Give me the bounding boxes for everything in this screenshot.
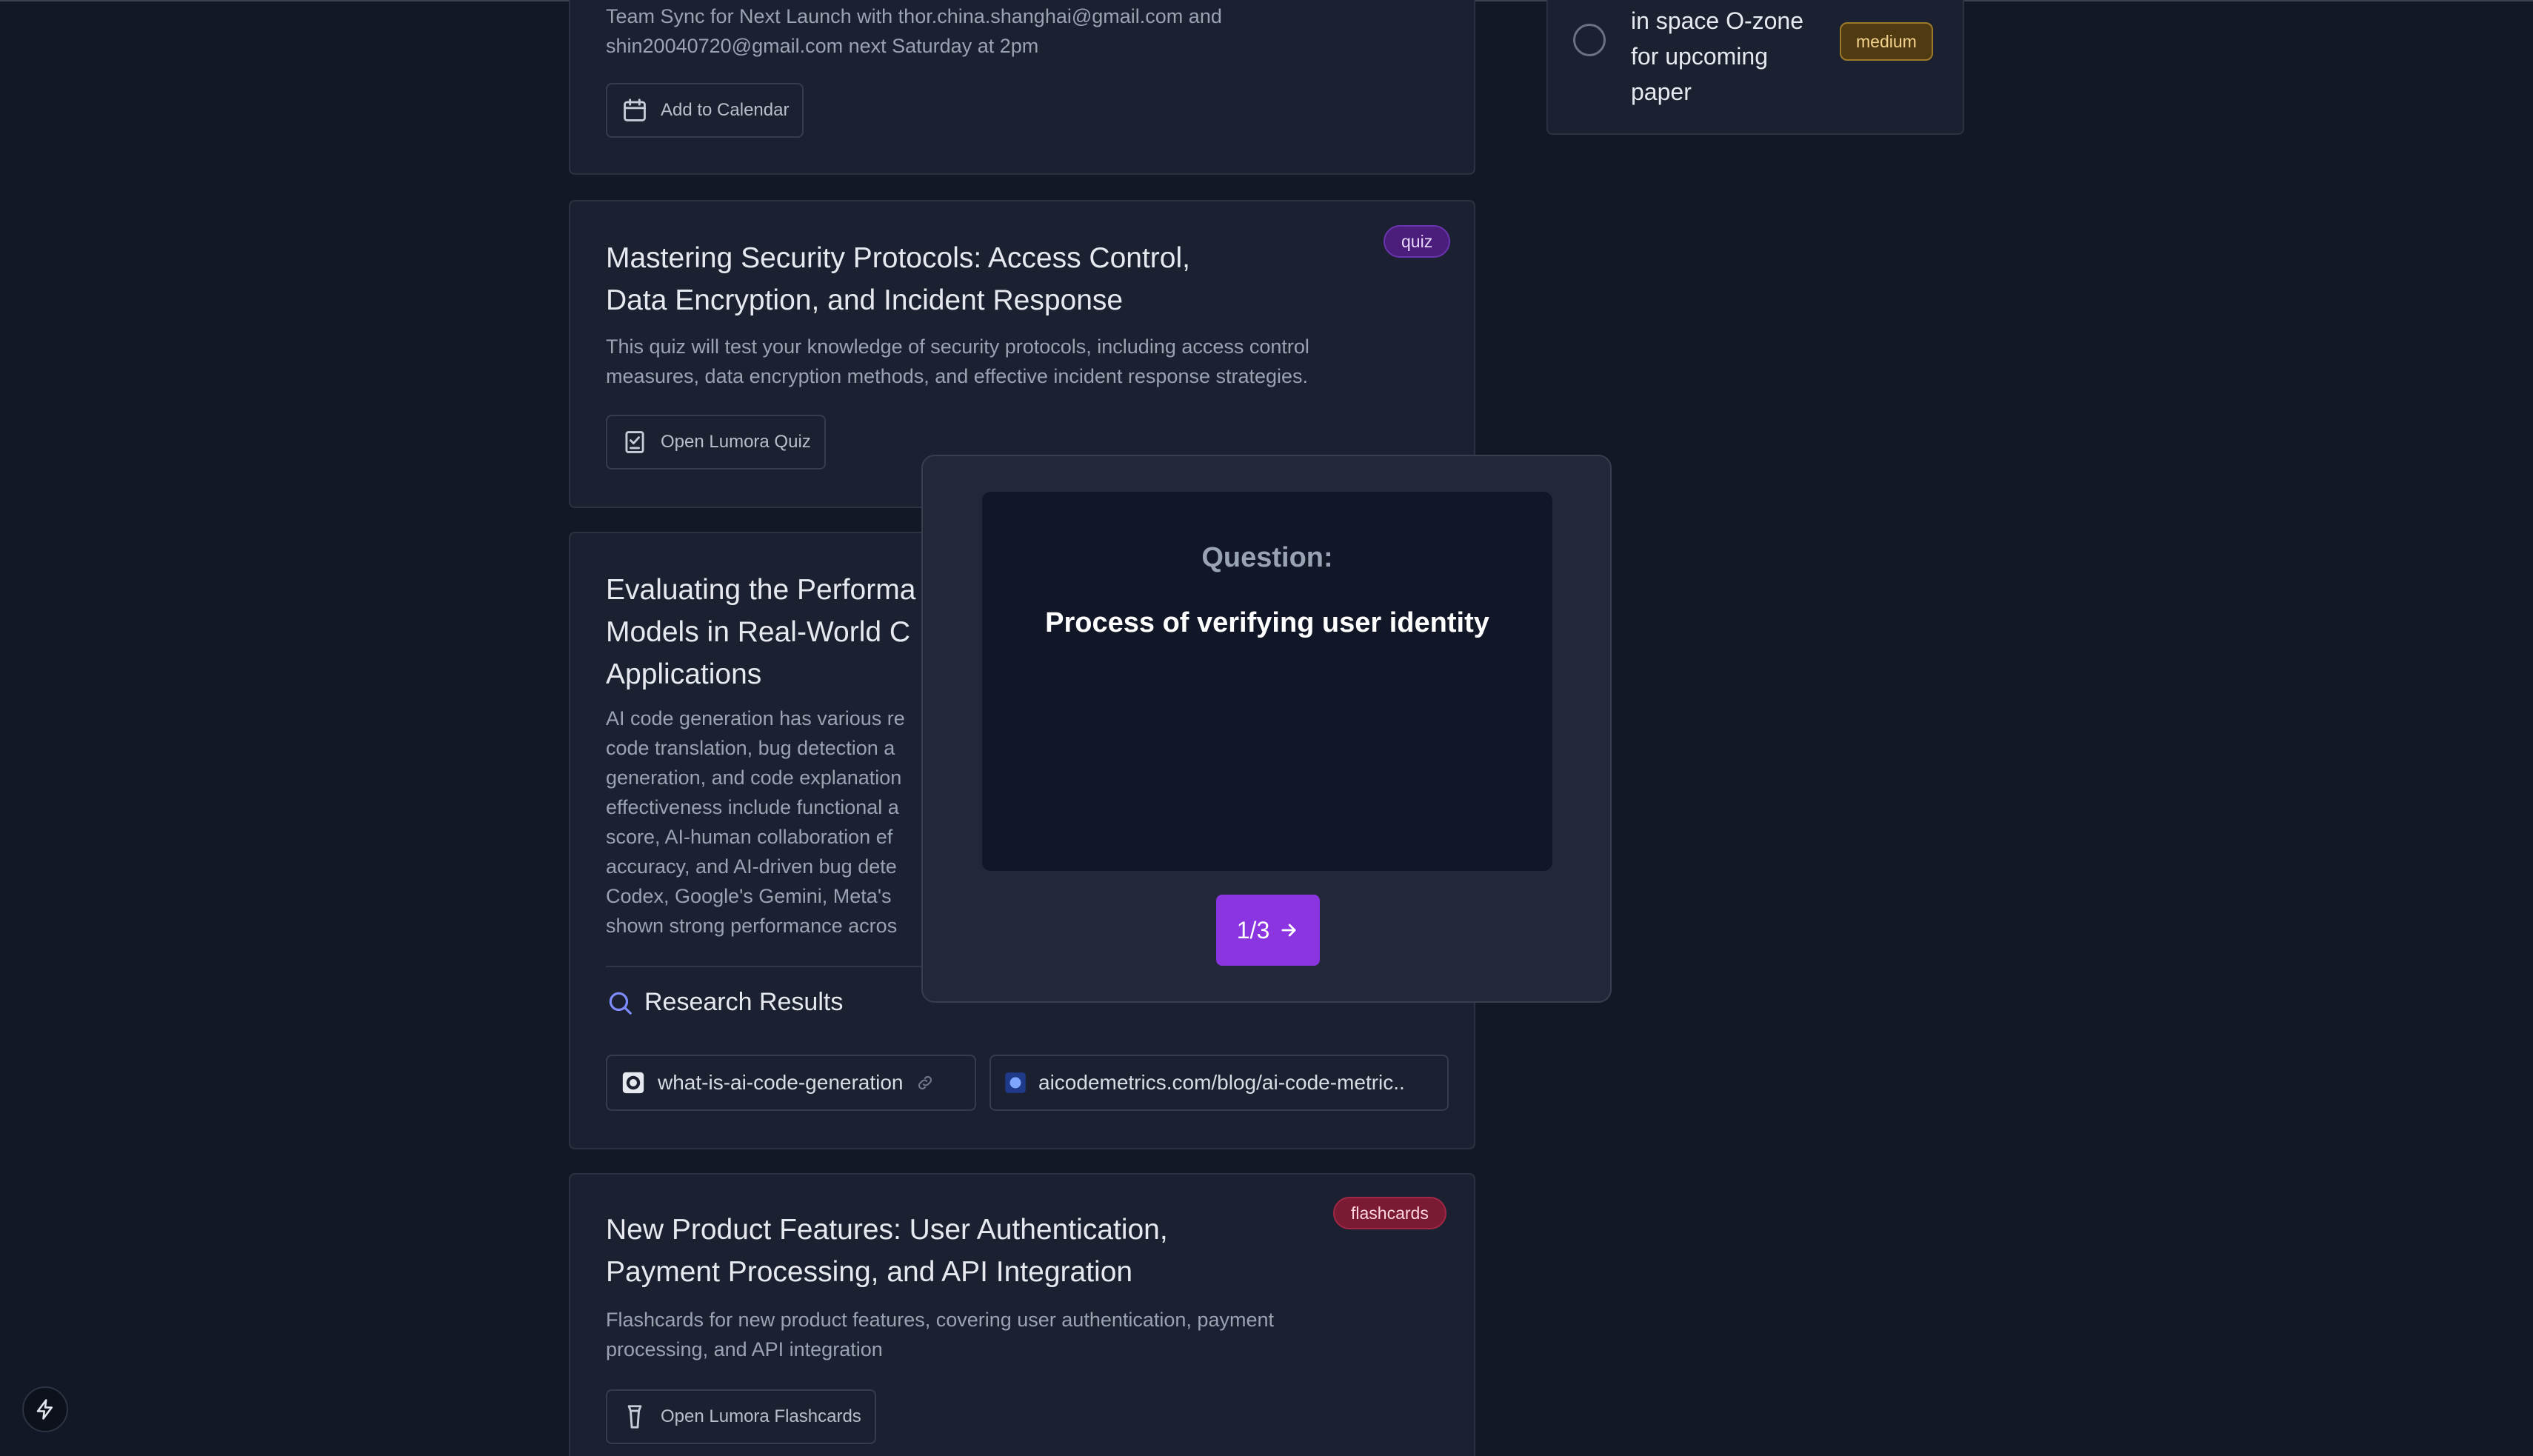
result-link-aicodemetrics[interactable]: aicodemetrics.com/blog/ai-code-metric.. (989, 1055, 1449, 1111)
next-card-button[interactable]: 1/3 (1216, 895, 1320, 966)
research-description: AI code generation has various re code t… (606, 704, 905, 941)
quiz-title: Mastering Security Protocols: Access Con… (606, 237, 1190, 321)
research-results-label: Research Results (644, 988, 844, 1016)
progress-counter: 1/3 (1236, 916, 1270, 944)
research-desc-line: accuracy, and AI-driven bug dete (606, 855, 897, 878)
flashcards-title-line: Payment Processing, and API Integration (606, 1256, 1133, 1288)
research-desc-line: score, AI-human collaboration ef (606, 826, 893, 848)
calendar-icon (624, 98, 646, 121)
flashcard-popup: Question: Process of verifying user iden… (921, 455, 1612, 1003)
task-text: in space O-zone for upcoming paper (1631, 3, 1803, 110)
open-quiz-label: Open Lumora Quiz (661, 432, 811, 452)
event-description: Team Sync for Next Launch with thor.chin… (606, 1, 1222, 61)
result-link-label: aicodemetrics.com/blog/ai-code-metric.. (1038, 1071, 1405, 1094)
flashcards-description: Flashcards for new product features, cov… (606, 1305, 1274, 1364)
flashcards-card: flashcards New Product Features: User Au… (569, 1173, 1475, 1456)
question-label: Question: (1201, 542, 1333, 573)
flashcard-face[interactable]: Question: Process of verifying user iden… (982, 492, 1552, 871)
task-card: in space O-zone for upcoming paper mediu… (1546, 0, 1964, 135)
quick-action-button[interactable] (22, 1386, 68, 1432)
flashcards-title-line: New Product Features: User Authenticatio… (606, 1214, 1168, 1246)
research-desc-line: effectiveness include functional a (606, 796, 899, 818)
flashcards-icon (627, 1405, 642, 1429)
flashcards-title: New Product Features: User Authenticatio… (606, 1209, 1168, 1293)
lightning-bolt-icon (36, 1399, 53, 1420)
research-title-line: Applications (606, 658, 762, 690)
research-desc-line: generation, and code explanation (606, 767, 902, 789)
research-desc-line: shown strong performance acros (606, 915, 898, 937)
research-title: Evaluating the Performa Models in Real-W… (606, 569, 915, 695)
external-link-icon (918, 1075, 932, 1090)
arrow-right-icon (1281, 924, 1296, 937)
github-icon (622, 1072, 644, 1094)
quiz-checklist-icon (625, 431, 644, 453)
question-text: Process of verifying user identity (1045, 607, 1489, 638)
research-desc-line: Codex, Google's Gemini, Meta's (606, 885, 892, 907)
task-text-line: in space O-zone (1631, 7, 1804, 34)
quiz-title-line: Data Encryption, and Incident Response (606, 284, 1124, 316)
quiz-badge: quiz (1384, 225, 1451, 258)
quiz-title-line: Mastering Security Protocols: Access Con… (606, 242, 1190, 274)
task-text-line: paper (1631, 79, 1692, 105)
research-title-line: Models in Real-World C (606, 616, 911, 648)
open-flashcards-label: Open Lumora Flashcards (661, 1406, 861, 1426)
open-flashcards-button[interactable]: Open Lumora Flashcards (606, 1389, 876, 1444)
research-desc-line: AI code generation has various re (606, 707, 905, 729)
result-link-label: what-is-ai-code-generation (658, 1071, 904, 1094)
research-desc-line: code translation, bug detection a (606, 737, 895, 759)
open-quiz-button[interactable]: Open Lumora Quiz (606, 415, 826, 470)
event-card: Team Sync for Next Launch with thor.chin… (569, 0, 1475, 175)
site-favicon-icon (1005, 1072, 1026, 1093)
add-to-calendar-label: Add to Calendar (661, 100, 790, 120)
event-desc-line: Team Sync for Next Launch with thor.chin… (606, 5, 1222, 27)
flashcards-badge: flashcards (1333, 1197, 1446, 1229)
flashcards-desc-line: Flashcards for new product features, cov… (606, 1309, 1274, 1331)
task-checkbox[interactable] (1573, 24, 1606, 56)
app-stage: Team Sync for Next Launch with thor.chin… (0, 0, 2533, 1456)
flashcards-desc-line: processing, and API integration (606, 1338, 883, 1360)
quiz-desc-line: measures, data encryption methods, and e… (606, 365, 1309, 387)
quiz-desc-line: This quiz will test your knowledge of se… (606, 335, 1309, 358)
result-link-github[interactable]: what-is-ai-code-generation (606, 1055, 976, 1111)
add-to-calendar-button[interactable]: Add to Calendar (606, 83, 804, 138)
search-icon (609, 992, 632, 1015)
research-results-heading: Research Results (606, 988, 843, 1017)
event-desc-line: shin20040720@gmail.com next Saturday at … (606, 35, 1039, 57)
quiz-description: This quiz will test your knowledge of se… (606, 332, 1309, 391)
priority-badge: medium (1840, 22, 1933, 61)
task-text-line: for upcoming (1631, 43, 1768, 70)
research-title-line: Evaluating the Performa (606, 574, 916, 606)
